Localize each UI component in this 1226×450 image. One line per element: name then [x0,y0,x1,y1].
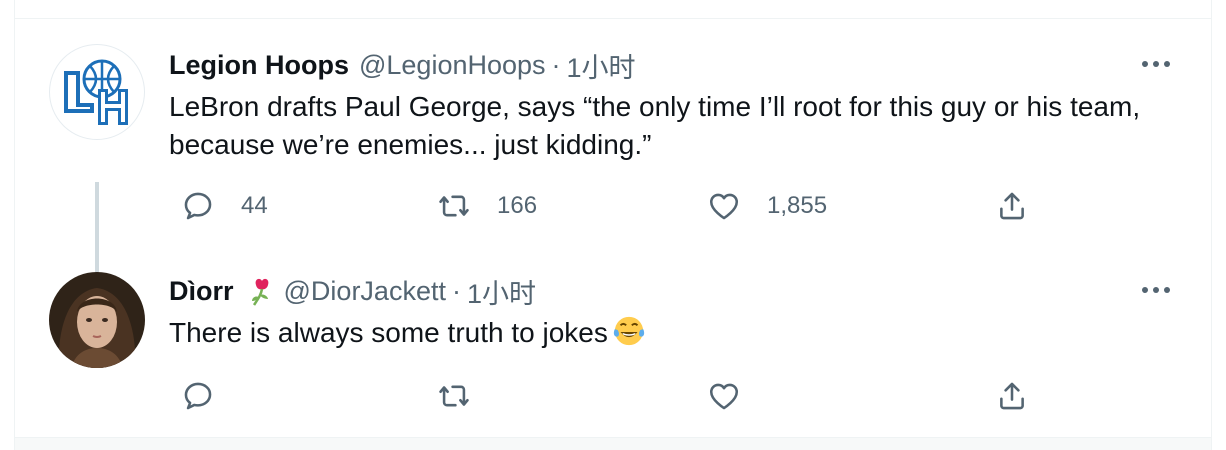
retweet-button[interactable]: 166 [437,186,537,226]
retweet-icon [439,385,469,407]
user-handle[interactable]: @LegionHoops [359,50,546,81]
share-button[interactable] [995,186,1029,226]
timestamp[interactable]: 1小时 [567,46,636,85]
wilted-rose-icon [251,278,268,306]
like-button[interactable] [707,376,741,416]
reply-icon [184,382,212,410]
more-dots-icon [1142,61,1170,67]
reply-count: 44 [241,192,268,219]
more-options-button[interactable] [1139,52,1173,76]
tweet[interactable]: Dìorr @DiorJackett · 1小时 There is always… [15,258,1211,428]
share-icon [1000,192,1024,220]
display-name[interactable]: Dìorr [169,276,234,307]
share-button[interactable] [995,376,1029,416]
display-name[interactable]: Legion Hoops [169,50,349,81]
tears-of-joy-icon [613,316,644,346]
reply-icon [184,192,212,220]
retweet-count: 166 [497,192,538,219]
tweet-text: There is always some truth to jokes [169,314,1179,352]
tweet-header: Legion Hoops @LegionHoops · 1小时 [169,46,636,85]
user-handle[interactable]: @DiorJackett [284,276,446,307]
tweet-text-content: There is always some truth to jokes [169,317,608,348]
more-dots-icon [1142,287,1170,293]
timeline-gap [15,438,1211,450]
retweet-icon [439,195,469,217]
like-count: 1,855 [767,192,828,219]
avatar[interactable] [49,272,145,368]
share-icon [1000,382,1024,410]
separator: · [451,275,461,306]
reply-button[interactable]: 44 [181,186,268,226]
timestamp[interactable]: 1小时 [467,272,536,311]
tweet-header: Dìorr @DiorJackett · 1小时 [169,272,536,311]
reply-button[interactable] [181,376,215,416]
tweet[interactable]: Legion Hoops @LegionHoops · 1小时 LeBron d… [15,34,1211,294]
timeline-frame: Legion Hoops @LegionHoops · 1小时 LeBron d… [14,0,1212,450]
more-options-button[interactable] [1139,278,1173,302]
tweet-actions [169,376,1069,416]
separator: · [551,49,561,80]
like-button[interactable]: 1,855 [707,186,827,226]
profile-photo [49,272,145,368]
avatar[interactable] [49,44,145,140]
heart-icon [709,193,739,220]
tweet-text: LeBron drafts Paul George, says “the onl… [169,91,1141,160]
heart-icon [709,383,739,410]
tweet-actions: 44 166 1,855 [169,186,1069,226]
legion-hoops-logo [64,59,128,125]
divider [15,18,1211,19]
retweet-button[interactable] [437,376,471,416]
